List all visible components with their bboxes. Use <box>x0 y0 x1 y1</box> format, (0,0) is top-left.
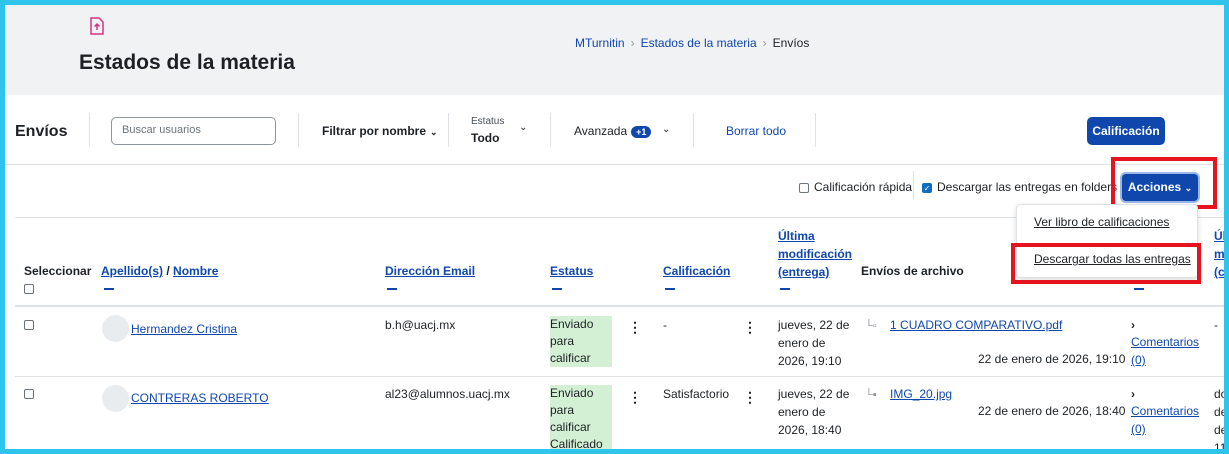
chevron-right-icon[interactable]: › <box>1131 385 1135 403</box>
download-folders-label: Descargar las entregas en folders <box>937 180 1118 194</box>
kebab-menu-icon[interactable]: ⋮ <box>743 389 757 406</box>
filter-by-name-dropdown[interactable]: Filtrar por nombre ⌄ <box>322 124 438 138</box>
download-folders-option[interactable]: ✓ Descargar las entregas en folders <box>922 180 1117 194</box>
breadcrumb-course[interactable]: Estados de la materia <box>641 36 757 50</box>
avatar <box>102 385 129 412</box>
highlight-box <box>1111 157 1217 209</box>
divider <box>89 113 90 147</box>
toolbar-title: Envíos <box>15 123 68 140</box>
divider <box>550 113 551 147</box>
highlight-box <box>1011 243 1201 284</box>
advanced-filter-dropdown[interactable]: Avanzada +1 <box>574 124 652 138</box>
divider <box>15 305 1224 307</box>
col-modified-2[interactable]: modificación <box>778 247 852 261</box>
col-last-1[interactable]: Últi <box>1214 229 1224 243</box>
file-link[interactable]: IMG_20.jpg <box>890 387 952 401</box>
submissions-toolbar: Envíos Buscar usuarios Filtrar por nombr… <box>5 105 1224 165</box>
divider <box>693 113 694 147</box>
breadcrumb: MTurnitin › Estados de la materia › Envíos <box>575 36 809 50</box>
chevron-right-icon: › <box>630 36 635 50</box>
breadcrumb-current: Envíos <box>772 36 810 50</box>
file-entry: └▫ 1 CUADRO COMPARATIVO.pdf <box>865 316 1062 335</box>
menu-item-gradebook[interactable]: Ver libro de calificaciones <box>1034 215 1169 229</box>
advanced-label: Avanzada <box>574 124 628 138</box>
tree-connector-icon: └▪ <box>865 389 877 401</box>
file-date: 22 de enero de 2026, 19:10 <box>978 352 1126 366</box>
grade-value: Satisfactorio <box>663 387 730 401</box>
quick-grading-option[interactable]: Calificación rápida <box>799 180 912 194</box>
col-select: Seleccionar <box>24 264 92 278</box>
sort-name[interactable]: Nombre <box>173 264 218 278</box>
clear-all-button[interactable]: Borrar todo <box>726 124 786 138</box>
search-users-input[interactable]: Buscar usuarios <box>111 117 276 145</box>
collapse-icon[interactable] <box>780 288 790 290</box>
last-grade: - <box>1214 318 1218 332</box>
collapse-icon[interactable] <box>104 288 114 290</box>
divider <box>298 113 299 147</box>
comments-link[interactable]: Comentarios (0) <box>1131 402 1199 438</box>
col-files: Envíos de archivo <box>861 264 964 278</box>
tree-connector-icon: └▫ <box>865 320 877 332</box>
quick-grading-label: Calificación rápida <box>814 180 913 194</box>
status-filter-label: Estatus <box>471 116 505 127</box>
file-entry: └▪ IMG_20.jpg <box>865 385 952 404</box>
grade-value: - <box>663 318 667 332</box>
page-title: Estados de la materia <box>79 51 295 74</box>
student-name[interactable]: Hermandez Cristina <box>131 320 237 338</box>
collapse-icon[interactable] <box>387 288 397 290</box>
divider <box>815 113 816 147</box>
comments-link[interactable]: Comentarios (0) <box>1131 333 1199 369</box>
col-modified-3[interactable]: (entrega) <box>778 265 829 279</box>
row-checkbox[interactable] <box>24 317 39 331</box>
last-grade: do de de 11 <box>1214 387 1228 454</box>
row-checkbox[interactable] <box>24 386 39 400</box>
chevron-down-icon[interactable]: ⌄ <box>519 122 527 133</box>
collapse-icon[interactable] <box>1134 288 1144 290</box>
filter-label: Filtrar por nombre <box>322 124 427 138</box>
chevron-right-icon[interactable]: › <box>1131 316 1135 334</box>
kebab-menu-icon[interactable]: ⋮ <box>628 319 642 336</box>
select-all-checkbox[interactable] <box>24 281 39 295</box>
status-badge: Enviado para calificar <box>550 316 612 367</box>
collapse-icon[interactable] <box>552 288 562 290</box>
mturnitin-icon <box>89 17 105 40</box>
col-grade[interactable]: Calificación <box>663 264 730 278</box>
col-name: Apellido(s) / Nombre <box>101 264 219 278</box>
divider <box>448 113 449 147</box>
sort-surname[interactable]: Apellido(s) <box>101 264 163 278</box>
file-date: 22 de enero de 2026, 18:40 <box>978 404 1126 418</box>
status-badge: Enviado para calificar Calificado <box>550 385 612 449</box>
chevron-right-icon: › <box>762 36 767 50</box>
kebab-menu-icon[interactable]: ⋮ <box>743 319 757 336</box>
modified-date: jueves, 22 de enero de 2026, 19:10 <box>778 318 850 368</box>
chevron-down-icon: ⌄ <box>430 127 438 137</box>
student-email: b.h@uacj.mx <box>385 318 456 332</box>
modified-date: jueves, 22 de enero de 2026, 18:40 <box>778 387 850 437</box>
col-last-3[interactable]: (ca <box>1214 265 1224 279</box>
app-frame: Estados de la materia MTurnitin › Estados … <box>0 0 1229 454</box>
quick-grading-checkbox[interactable] <box>799 182 809 193</box>
col-modified-1[interactable]: Última <box>778 229 815 243</box>
avatar <box>102 315 129 342</box>
download-folders-checkbox[interactable]: ✓ <box>922 182 932 193</box>
col-status[interactable]: Estatus <box>550 264 593 278</box>
grade-button[interactable]: Calificación <box>1087 117 1165 145</box>
col-last-2[interactable]: mo <box>1214 247 1224 261</box>
file-link[interactable]: 1 CUADRO COMPARATIVO.pdf <box>890 318 1062 332</box>
kebab-menu-icon[interactable]: ⋮ <box>628 389 642 406</box>
collapse-icon[interactable] <box>665 288 675 290</box>
chevron-down-icon[interactable]: ⌄ <box>662 124 670 135</box>
breadcrumb-mturnitin[interactable]: MTurnitin <box>575 36 625 50</box>
status-filter-dropdown[interactable]: Todo <box>471 131 499 145</box>
divider <box>913 171 914 199</box>
student-email: al23@alumnos.uacj.mx <box>385 387 510 401</box>
student-name[interactable]: CONTRERAS ROBERTO <box>131 389 269 407</box>
divider <box>15 376 1224 377</box>
col-email[interactable]: Dirección Email <box>385 264 475 278</box>
page-header: Estados de la materia MTurnitin › Estados … <box>5 5 1224 95</box>
advanced-count-badge: +1 <box>631 125 652 138</box>
